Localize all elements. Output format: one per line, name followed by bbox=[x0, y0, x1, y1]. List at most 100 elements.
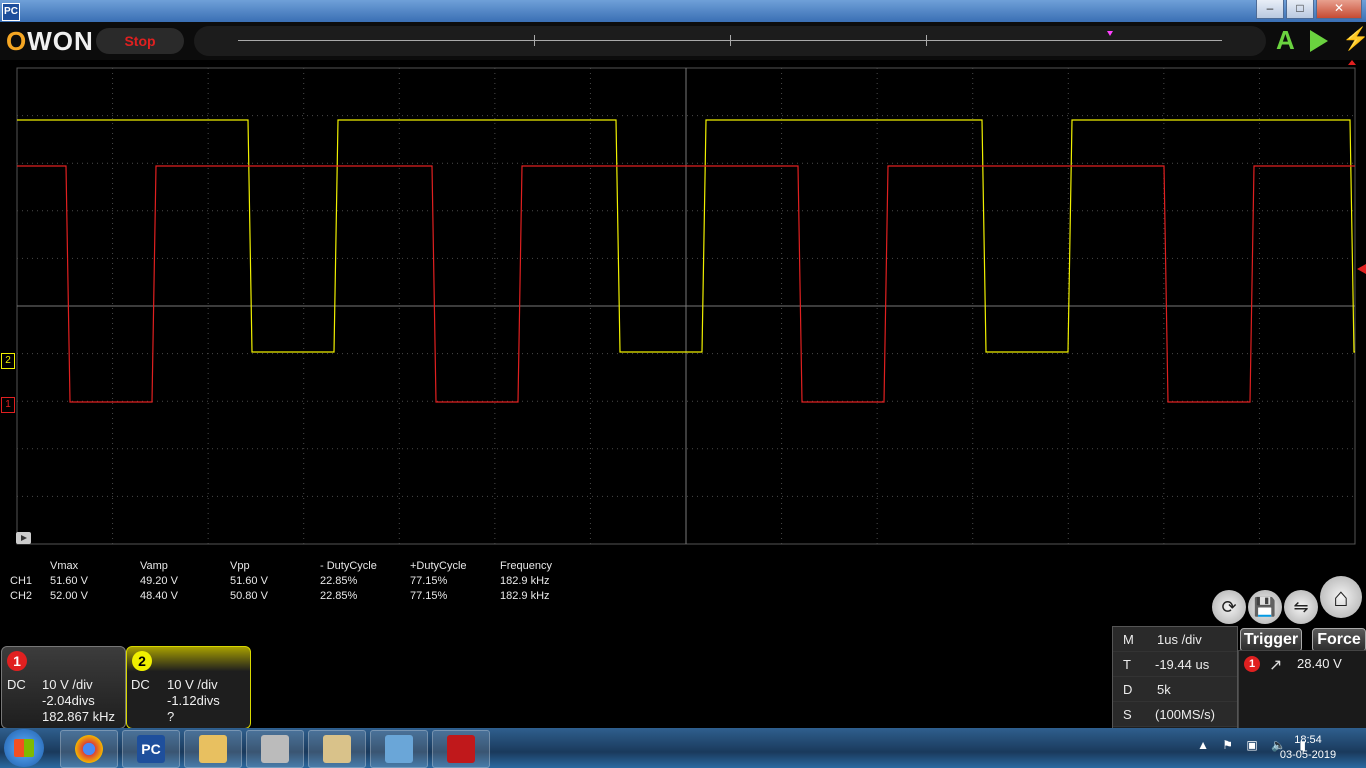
ch2-frequency: ? bbox=[167, 709, 175, 724]
measure-value: 182.9 kHz bbox=[500, 575, 550, 587]
measure-value: 52.00 V bbox=[50, 590, 88, 602]
show-hidden-icon[interactable]: ▲ bbox=[1197, 738, 1209, 752]
force-button[interactable]: Force bbox=[1312, 628, 1366, 652]
measure-header: - DutyCycle bbox=[320, 560, 377, 572]
title-bar: PC – □ ✕ bbox=[0, 0, 1366, 22]
minimize-button[interactable]: – bbox=[1256, 0, 1284, 19]
trigger-level-marker bbox=[1357, 264, 1366, 274]
s-label: S bbox=[1123, 707, 1132, 722]
folder-icon bbox=[199, 735, 227, 763]
measure-value: 50.80 V bbox=[230, 590, 268, 602]
time-offset-value: -19.44 us bbox=[1155, 657, 1210, 672]
ch2-panel[interactable]: 2 DC 10 V /div -1.12divs ? bbox=[126, 646, 251, 729]
settings-icon[interactable]: ⇋ bbox=[1284, 590, 1318, 624]
depth-row: D 5k bbox=[1113, 677, 1237, 702]
close-button[interactable]: ✕ bbox=[1316, 0, 1362, 19]
taskbar-photos[interactable] bbox=[370, 730, 428, 768]
ch2-number: 2 bbox=[132, 651, 152, 671]
pdf-icon bbox=[447, 735, 475, 763]
ch1-offset: -2.04divs bbox=[42, 693, 95, 708]
lightning-icon[interactable]: ⚡ bbox=[1342, 28, 1366, 50]
measure-header: Vpp bbox=[230, 560, 250, 572]
toolbar: OWON Stop A ⚡ bbox=[0, 22, 1366, 60]
refresh-icon[interactable]: ⟳ bbox=[1212, 590, 1246, 624]
ch2-coupling: DC bbox=[131, 677, 150, 692]
ch1-number: 1 bbox=[7, 651, 27, 671]
photo-icon bbox=[385, 735, 413, 763]
flag-icon[interactable]: ⚑ bbox=[1222, 738, 1233, 752]
trigger-panel[interactable]: 1 ↗ 28.40 V bbox=[1238, 650, 1366, 729]
windows-logo-icon bbox=[14, 739, 34, 757]
measure-header: Vamp bbox=[140, 560, 168, 572]
paint-icon bbox=[323, 735, 351, 763]
trigger-position-marker[interactable] bbox=[1107, 31, 1113, 36]
clock[interactable]: 18:54 03-05-2019 bbox=[1270, 733, 1346, 763]
measure-header: +DutyCycle bbox=[410, 560, 467, 572]
network-device-icon[interactable]: ▣ bbox=[1246, 738, 1257, 752]
samplerate-value: (100MS/s) bbox=[1155, 707, 1215, 722]
taskbar-paint[interactable] bbox=[308, 730, 366, 768]
timebase-tick bbox=[730, 35, 731, 46]
taskbar-pdf[interactable] bbox=[432, 730, 490, 768]
measure-value: 49.20 V bbox=[140, 575, 178, 587]
maximize-button[interactable]: □ bbox=[1286, 0, 1314, 19]
measurement-table: Vmax Vamp Vpp - DutyCycle +DutyCycle Fre… bbox=[0, 558, 700, 608]
owon-logo: OWON bbox=[6, 26, 94, 56]
oscilloscope-screen: 21 bbox=[0, 60, 1366, 548]
trigger-level: 28.40 V bbox=[1297, 656, 1342, 671]
taskbar-pc-app[interactable]: PC bbox=[122, 730, 180, 768]
ch1-offset-marker[interactable]: 1 bbox=[1, 397, 15, 413]
pc-app-icon: PC bbox=[137, 735, 165, 763]
chrome-icon bbox=[75, 735, 103, 763]
measure-channel: CH1 bbox=[10, 575, 33, 587]
trigger-button[interactable]: Trigger bbox=[1240, 628, 1302, 652]
measure-value: 51.60 V bbox=[230, 575, 268, 587]
stop-button[interactable]: Stop bbox=[96, 28, 184, 54]
taskbar-chrome[interactable] bbox=[60, 730, 118, 768]
depth-value: 5k bbox=[1157, 682, 1171, 697]
timebase-tick bbox=[534, 35, 535, 46]
taskbar-app[interactable] bbox=[246, 730, 304, 768]
ch2-scale: 10 V /div bbox=[167, 677, 218, 692]
ch1-panel[interactable]: 1 DC 10 V /div -2.04divs 182.867 kHz bbox=[1, 646, 126, 729]
ch1-coupling: DC bbox=[7, 677, 26, 692]
horizontal-panel[interactable]: M 1us /div T -19.44 us D 5k S (100MS/s) bbox=[1112, 626, 1238, 729]
measure-channel: CH2 bbox=[10, 590, 33, 602]
t-label: T bbox=[1123, 657, 1131, 672]
rising-edge-icon: ↗ bbox=[1269, 657, 1283, 674]
package-icon bbox=[261, 735, 289, 763]
save-icon[interactable]: 💾 bbox=[1248, 590, 1282, 624]
timebase-bar[interactable] bbox=[194, 26, 1266, 56]
clock-time: 18:54 bbox=[1294, 734, 1322, 746]
ch2-offset-marker[interactable]: 2 bbox=[1, 353, 15, 369]
measure-value: 77.15% bbox=[410, 590, 448, 602]
home-icon[interactable]: ⌂ bbox=[1320, 576, 1362, 618]
measure-value: 182.9 kHz bbox=[500, 590, 550, 602]
start-button[interactable] bbox=[4, 729, 44, 767]
taskbar-explorer[interactable] bbox=[184, 730, 242, 768]
measure-header: Vmax bbox=[50, 560, 79, 572]
taskbar: PC ▲ ⚑ ▣ 🔈 ▮ 18:54 03-05-2019 bbox=[0, 728, 1366, 768]
samplerate-row: S (100MS/s) bbox=[1113, 702, 1237, 727]
timebase-value: 1us /div bbox=[1157, 632, 1202, 647]
measure-value: 22.85% bbox=[320, 590, 358, 602]
trigger-time-marker bbox=[1348, 60, 1356, 65]
play-icon[interactable] bbox=[1310, 30, 1328, 52]
measure-value: 51.60 V bbox=[50, 575, 88, 587]
measure-header: Frequency bbox=[500, 560, 552, 572]
clock-date: 03-05-2019 bbox=[1279, 749, 1337, 761]
waveform-display bbox=[16, 60, 1366, 545]
timebase-tick bbox=[926, 35, 927, 46]
ch1-frequency: 182.867 kHz bbox=[42, 709, 115, 724]
measure-value: 22.85% bbox=[320, 575, 358, 587]
ch2-offset: -1.12divs bbox=[167, 693, 220, 708]
m-label: M bbox=[1123, 632, 1134, 647]
timebase-row: M 1us /div bbox=[1113, 627, 1237, 652]
app-icon: PC bbox=[2, 3, 20, 21]
autoset-icon[interactable]: A bbox=[1276, 27, 1295, 53]
window-controls: – □ ✕ bbox=[1254, 0, 1362, 19]
ch1-scale: 10 V /div bbox=[42, 677, 93, 692]
d-label: D bbox=[1123, 682, 1133, 697]
measure-value: 77.15% bbox=[410, 575, 448, 587]
trigger-source: 1 bbox=[1244, 656, 1260, 672]
